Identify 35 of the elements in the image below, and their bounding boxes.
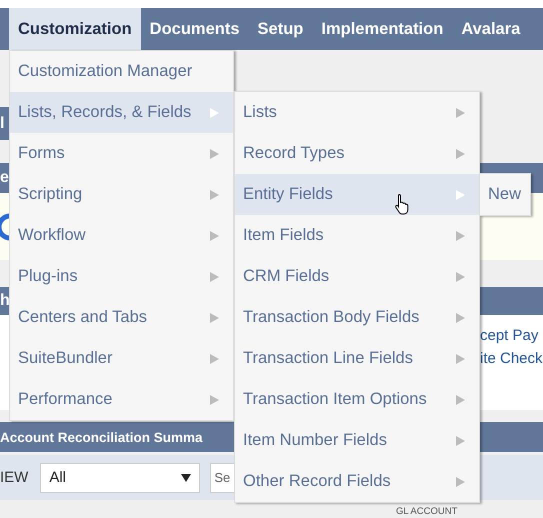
portlet-title: e [0, 169, 9, 187]
link[interactable]: ite Check [480, 350, 543, 367]
caret-icon [181, 474, 192, 482]
nav-tab[interactable]: Setup [248, 8, 312, 50]
menu-item[interactable]: Customization Manager [10, 51, 233, 92]
nav-tab[interactable]: Customization [9, 8, 141, 50]
menu-item[interactable]: Scripting [10, 174, 233, 215]
menu-item[interactable]: SuiteBundler [10, 338, 233, 379]
view-dropdown[interactable]: All [40, 462, 200, 492]
menu-item[interactable]: Forms [10, 133, 233, 174]
portlet-title: h [0, 292, 10, 310]
menu-item[interactable]: CRM Fields [235, 256, 479, 297]
portlet-title: l [0, 114, 4, 132]
menu-item[interactable]: Plug-ins [10, 256, 233, 297]
nav-tab[interactable]: Avalara [452, 8, 530, 50]
menu-item[interactable]: Item Number Fields [235, 420, 479, 461]
menu-item[interactable]: Item Fields [235, 215, 479, 256]
portlet-title: Account Reconciliation Summa [0, 430, 203, 444]
link[interactable]: cept Pay [480, 327, 543, 344]
menu-item[interactable]: Transaction Line Fields [235, 338, 479, 379]
view-label: IEW [0, 469, 28, 486]
menu-item[interactable]: Other Record Fields [235, 461, 479, 502]
menu-item[interactable]: Transaction Item Options [235, 379, 479, 420]
menu-item[interactable]: Centers and Tabs [10, 297, 233, 338]
menu-item[interactable]: Entity Fields [235, 174, 479, 215]
nav-tab[interactable]: Implementation [312, 8, 452, 50]
menu-item[interactable]: New [480, 174, 530, 215]
menu-item[interactable]: Record Types [235, 133, 479, 174]
menu-item[interactable]: Lists [235, 92, 479, 133]
menu-item[interactable]: Transaction Body Fields [235, 297, 479, 338]
menu-item[interactable]: Performance [10, 379, 233, 420]
column-header: GL ACCOUNT [395, 505, 458, 516]
menu-item[interactable]: Lists, Records, & Fields [10, 92, 233, 133]
menu-item[interactable]: Workflow [10, 215, 233, 256]
nav-tab[interactable]: Documents [140, 8, 249, 50]
